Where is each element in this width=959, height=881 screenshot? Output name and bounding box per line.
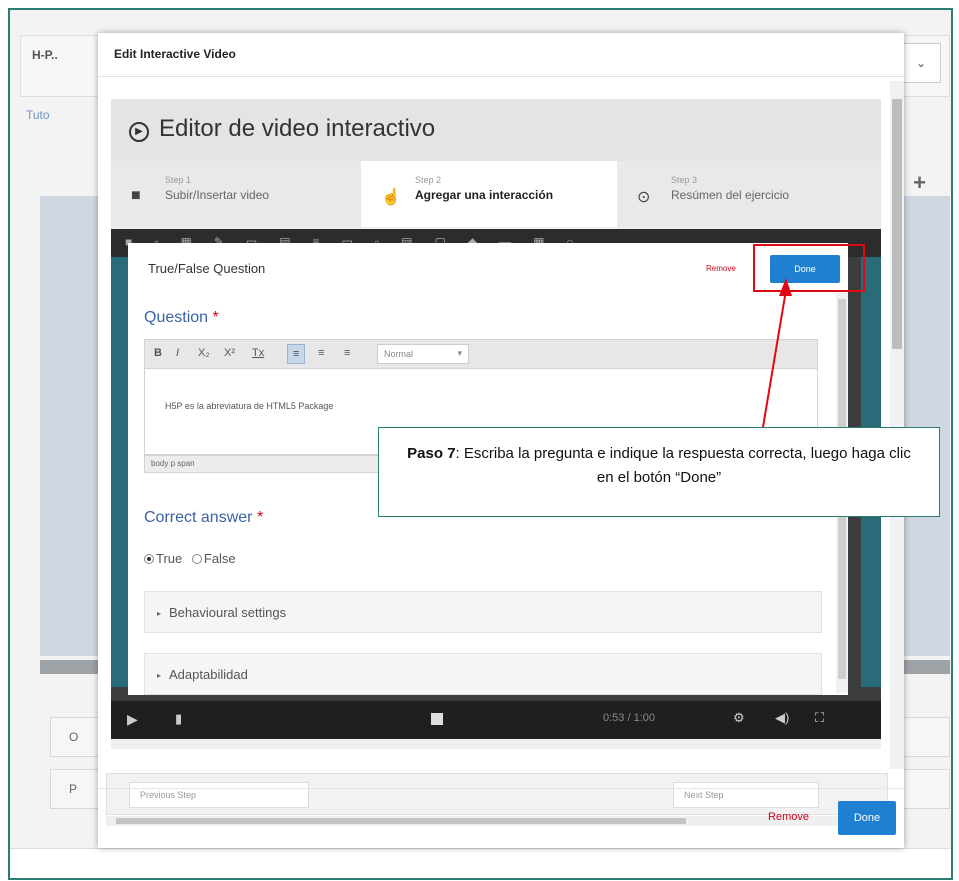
dialog-remove-link[interactable]: Remove <box>706 264 736 273</box>
radio-false-label: False <box>203 551 236 566</box>
dialog-title: True/False Question <box>148 261 266 276</box>
callout-text: : Escriba la pregunta e indique la respu… <box>455 445 911 486</box>
step-label: Agregar una interacción <box>415 188 554 202</box>
step-label: Subir/Insertar video <box>165 188 270 202</box>
clear-format-button[interactable]: Tx <box>247 344 269 364</box>
play-circle-icon: ▶ <box>129 122 149 142</box>
check-circle-icon: ⊙ <box>637 189 651 206</box>
align-left-button[interactable]: ≡ <box>287 344 306 364</box>
volume-icon[interactable]: ◀) <box>775 710 789 726</box>
question-label-text: Question <box>144 309 209 326</box>
chevron-down-icon[interactable]: ⌄ <box>901 43 941 83</box>
section-label: Behavioural settings <box>169 605 287 620</box>
correct-answer-label-text: Correct answer <box>144 509 253 526</box>
align-right-button[interactable]: ≡ <box>339 344 355 364</box>
adaptabilidad-section[interactable]: ▸ Adaptabilidad <box>144 653 822 695</box>
question-text: H5P es la abreviatura de HTML5 Package <box>165 401 334 411</box>
section-label: Adaptabilidad <box>169 667 248 682</box>
modal-divider <box>98 76 904 77</box>
highlight-box <box>753 244 865 292</box>
step-2-tab[interactable]: ☝ Step 2 Agregar una interacción <box>361 161 617 227</box>
background-row-label: P <box>69 782 78 796</box>
format-select-value: Normal <box>384 349 414 359</box>
question-label: Question * <box>144 309 219 327</box>
radio-true[interactable]: True <box>144 551 182 566</box>
video-time: 0:53 / 1:00 <box>603 712 655 724</box>
chevron-down-icon: ▾ <box>457 348 462 358</box>
settings-icon[interactable]: ⚙ <box>733 710 745 726</box>
background-link[interactable]: Tuto <box>26 108 50 122</box>
editor-title: ▶ Editor de video interactivo <box>129 115 435 143</box>
bookmark-icon[interactable]: ▮ <box>175 711 182 727</box>
text-editor-toolbar: B I X₂ X² Tx ≡ ≡ ≡ Normal ▾ <box>144 339 818 369</box>
background-footer <box>10 848 951 878</box>
bold-button[interactable]: B <box>149 344 167 364</box>
step-kicker: Step 2 <box>415 175 442 185</box>
editor-steps: ■ Step 1 Subir/Insertar video ☝ Step 2 A… <box>111 161 881 227</box>
video-camera-icon: ■ <box>131 187 141 204</box>
done-button[interactable]: Done <box>838 801 896 835</box>
remove-link[interactable]: Remove <box>768 811 809 823</box>
step-3-tab[interactable]: ⊙ Step 3 Resúmen del ejercicio <box>617 161 881 227</box>
step-kicker: Step 3 <box>671 175 698 185</box>
radio-false-button[interactable] <box>191 554 202 564</box>
video-controls: ▶ ▮ 0:53 / 1:00 ⚙ ◀) ⛶ <box>111 701 881 739</box>
required-mark: * <box>256 509 264 526</box>
background-row-label: O <box>69 730 79 744</box>
italic-button[interactable]: I <box>171 344 184 364</box>
step-kicker: Step 1 <box>165 175 192 185</box>
interaction-marker[interactable] <box>431 713 443 725</box>
step-1-tab[interactable]: ■ Step 1 Subir/Insertar video <box>111 161 361 227</box>
modal-scrollbar-thumb[interactable] <box>892 99 902 349</box>
radio-false[interactable]: False <box>191 551 236 566</box>
behavioural-settings-section[interactable]: ▸ Behavioural settings <box>144 591 822 633</box>
caret-right-icon: ▸ <box>157 609 162 618</box>
modal-footer: Remove Done <box>98 788 904 848</box>
required-mark: * <box>212 309 219 326</box>
fullscreen-icon[interactable]: ⛶ <box>815 710 824 726</box>
editor-title-text: Editor de video interactivo <box>159 115 436 142</box>
radio-true-button[interactable] <box>144 554 154 564</box>
answer-radio-group: True False <box>144 551 242 566</box>
plus-icon[interactable]: + <box>913 170 926 196</box>
caret-right-icon: ▸ <box>157 671 162 680</box>
align-center-button[interactable]: ≡ <box>313 344 329 364</box>
background-tag: H-P.. <box>32 48 58 62</box>
instruction-callout: Paso 7: Escriba la pregunta e indique la… <box>378 427 940 517</box>
hand-pointer-icon: ☝ <box>381 189 401 206</box>
editor-header: ▶ Editor de video interactivo <box>111 99 881 161</box>
format-select[interactable]: Normal ▾ <box>377 344 469 364</box>
play-icon[interactable]: ▶ <box>127 711 138 728</box>
subscript-button[interactable]: X₂ <box>193 344 215 364</box>
superscript-button[interactable]: X² <box>219 344 240 364</box>
radio-true-label: True <box>156 551 183 566</box>
modal-title: Edit Interactive Video <box>114 47 236 61</box>
callout-step: Paso 7 <box>407 445 456 462</box>
correct-answer-label: Correct answer * <box>144 509 263 527</box>
step-label: Resúmen del ejercicio <box>671 188 790 202</box>
modal-scrollbar[interactable] <box>890 81 904 769</box>
